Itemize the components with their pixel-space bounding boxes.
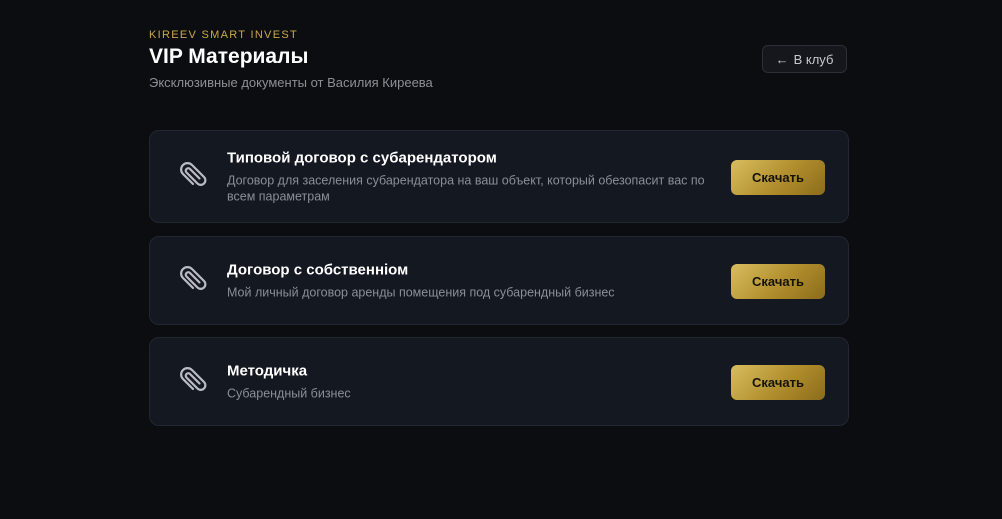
document-description: Мой личный договор аренды помещения под … bbox=[227, 285, 615, 299]
page-subtitle: Эксклюзивные документы от Василия Киреев… bbox=[149, 75, 433, 90]
document-card: Методичка Субарендный бизнес Скачать bbox=[149, 337, 849, 426]
document-card: Типовой договор с субарендатором Договор… bbox=[149, 130, 849, 223]
document-description: Субарендный бизнес bbox=[227, 386, 351, 400]
paperclip-icon bbox=[180, 161, 207, 186]
document-card: Договор с собственнiом Мой личный догово… bbox=[149, 236, 849, 325]
document-info: Договор с собственнiом Мой личный догово… bbox=[227, 261, 727, 300]
document-info: Типовой договор с субарендатором Договор… bbox=[227, 149, 727, 204]
document-info: Методичка Субарендный бизнес bbox=[227, 362, 727, 401]
download-button[interactable]: Скачать bbox=[731, 159, 825, 195]
brand-label: KIREEV SMART INVEST bbox=[149, 29, 298, 41]
arrow-left-icon: ← bbox=[775, 51, 789, 67]
document-title: Типовой договор с субарендатором bbox=[227, 149, 497, 166]
download-button[interactable]: Скачать bbox=[731, 263, 825, 299]
paperclip-icon bbox=[180, 366, 207, 391]
document-title: Методичка bbox=[227, 362, 308, 379]
back-button-label: В клуб bbox=[793, 51, 834, 67]
document-title: Договор с собственнiом bbox=[227, 261, 409, 278]
back-to-club-button[interactable]: ← В клуб bbox=[762, 45, 847, 73]
download-button[interactable]: Скачать bbox=[731, 364, 825, 400]
paperclip-icon bbox=[180, 265, 207, 290]
page-title: VIP Материалы bbox=[149, 45, 309, 68]
document-description: Договор для заселения субарендатора на в… bbox=[227, 173, 705, 203]
